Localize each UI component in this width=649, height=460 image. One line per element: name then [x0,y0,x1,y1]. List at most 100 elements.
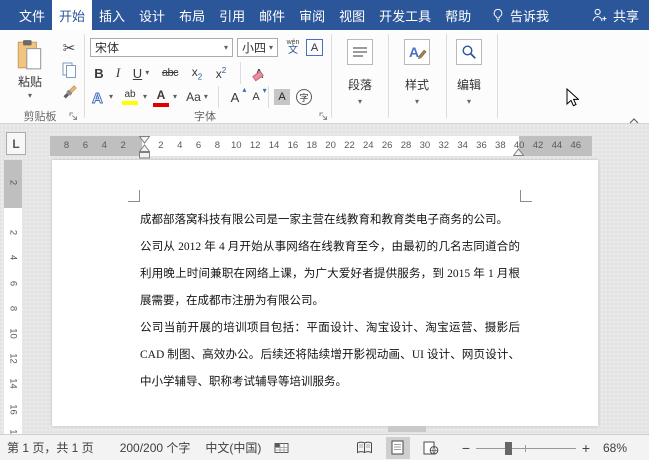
cut-button[interactable]: ✂ [57,38,81,58]
document-text-line[interactable]: CAD 制图、高效办公。后续还将陆续增开影视动画、UI 设计、网页设计、摄影、 [140,342,520,369]
phonetic-guide-button[interactable]: wén 文 [283,37,303,58]
language-status[interactable]: 中文(中国) [205,439,261,456]
enclose-characters-icon: 字 [296,89,312,105]
font-color-button[interactable]: A [150,86,172,108]
web-layout-button[interactable] [419,437,443,459]
character-shading-icon: A [274,89,290,105]
character-shading-button[interactable]: A [272,86,292,108]
paste-label: 粘贴 [18,73,42,90]
change-case-button[interactable]: Aa ▾ [182,86,212,108]
zoom-out-button[interactable]: − [459,439,473,457]
document-text-line[interactable]: 成都部落窝科技有限公司是一家主营在线教育和教育类电子商务的公司。 [140,207,520,234]
document-page[interactable]: 成都部落窝科技有限公司是一家主营在线教育和教育类电子商务的公司。 公司从 201… [52,160,598,426]
hanging-indent-marker[interactable] [139,144,150,152]
ribbon-tab[interactable]: 设计 [132,0,172,30]
underline-dropdown-arrow: ▾ [145,69,149,77]
right-indent-marker[interactable] [513,148,524,156]
bold-icon: B [94,66,103,81]
v-ruler-number: 10 [8,327,19,341]
mini-divider [240,62,241,84]
format-painter-button[interactable] [57,82,81,102]
superscript-button[interactable]: x2 [211,63,231,83]
ribbon-tab[interactable]: 插入 [92,0,132,30]
font-dialog-launcher[interactable] [318,109,328,119]
font-color-dropdown[interactable]: ▾ [170,86,180,108]
ribbon-tab[interactable]: 开始 [52,0,92,30]
ribbon-tab[interactable]: 帮助 [438,0,478,30]
font-size-dropdown-arrow: ▾ [269,44,273,52]
keyboard-grid-icon [274,442,289,454]
page-number-status[interactable]: 第 1 页，共 1 页 [7,439,94,456]
v-ruler-number: 2 [8,226,19,240]
shrink-font-button[interactable]: A▾ [246,86,266,108]
h-ruler-number: 38 [491,140,509,151]
ribbon-tab[interactable]: 开发工具 [372,0,438,30]
clear-formatting-button[interactable]: A [247,63,271,83]
grow-font-button[interactable]: A▴ [224,86,246,108]
brush-icon [61,84,78,101]
text-effects-icon: A [90,90,106,105]
tab-stop-selector[interactable]: L [6,132,26,155]
strikethrough-button[interactable]: abc [157,63,183,83]
ribbon-tab[interactable]: 审阅 [292,0,332,30]
editing-group-button[interactable]: 编辑 ▾ [450,36,488,120]
character-border-icon: A [306,39,323,56]
left-indent-marker[interactable] [139,152,150,159]
h-ruler-number: 30 [416,140,434,151]
document-text-line[interactable]: 利用晚上时间兼职在网络上课，为广大爱好者提供服务，到 2015 年 1 月根据发 [140,261,520,288]
text-effects-button[interactable]: A ▾ [87,86,116,108]
copy-button[interactable] [57,60,81,80]
editing-group-label: 编辑 [457,76,481,93]
bold-button[interactable]: B [90,63,108,83]
document-workspace: L 86422468101214161820222426283032343638… [0,124,649,434]
underline-button[interactable]: U ▾ [128,63,154,83]
proofing-status-button[interactable] [274,442,289,454]
ribbon-tab[interactable]: 引用 [212,0,252,30]
document-text-line[interactable]: 中小学辅导、职称考试辅导等培训服务。 [140,369,520,396]
first-line-indent-marker[interactable] [139,136,150,144]
v-ruler-number: 6 [8,276,19,290]
clear-formatting-icon: A [255,66,264,81]
word-count-status[interactable]: 200/200 个字 [120,439,191,456]
tell-me-button[interactable]: 告诉我 [491,6,549,25]
styles-group-button[interactable]: A 样式 ▾ [398,36,436,120]
scissors-icon: ✂ [63,39,76,57]
paragraph-group-button[interactable]: 段落 ▾ [341,36,379,120]
zoom-slider[interactable] [476,439,576,457]
highlight-color-button[interactable]: ab [118,86,142,108]
v-ruler-number: 4 [8,251,19,265]
h-ruler-number: 16 [284,140,302,151]
ribbon-tab[interactable]: 文件 [12,0,52,30]
print-layout-button[interactable] [386,437,410,459]
document-text-line[interactable]: 展需要，在成都市注册为有限公司。 [140,288,520,315]
document-text-line[interactable]: 公司当前开展的培训项目包括：平面设计、淘宝设计、淘宝运营、摄影后期、 [140,315,520,342]
zoom-slider-thumb[interactable] [505,442,512,455]
paste-button[interactable]: 粘贴 ▾ [8,36,52,102]
highlight-dropdown[interactable]: ▾ [140,86,150,108]
font-name-combo[interactable]: 宋体 ▾ [90,38,233,57]
h-ruler-number: 14 [265,140,283,151]
collapse-ribbon-button[interactable] [626,112,642,122]
h-ruler-number: 44 [548,140,566,151]
ribbon-tab[interactable]: 邮件 [252,0,292,30]
subscript-button[interactable]: x2 [187,63,207,83]
read-mode-button[interactable] [353,437,377,459]
styles-group-label: 样式 [405,76,429,93]
clipboard-dialog-launcher[interactable] [68,109,78,119]
zoom-percentage[interactable]: 68% [603,441,627,455]
h-ruler-number: 18 [303,140,321,151]
italic-button[interactable]: I [110,63,126,83]
superscript-icon: x2 [216,66,226,81]
enclose-characters-button[interactable]: 字 [294,86,314,108]
font-size-combo[interactable]: 小四 ▾ [237,38,278,57]
character-border-button[interactable]: A [305,38,324,57]
zoom-in-button[interactable]: + [579,439,593,457]
h-ruler-number: 32 [435,140,453,151]
h-ruler-number: 6 [190,140,208,151]
ribbon-tab[interactable]: 视图 [332,0,372,30]
share-button[interactable]: 共享 [591,6,639,25]
highlight-icon: ab [124,89,135,100]
document-text-line[interactable]: 公司从 2012 年 4 月开始从事网络在线教育至今，由最初的几名志同道合的朋友 [140,234,520,261]
ribbon-tab[interactable]: 布局 [172,0,212,30]
horizontal-scrollbar-thumb[interactable] [388,426,426,432]
